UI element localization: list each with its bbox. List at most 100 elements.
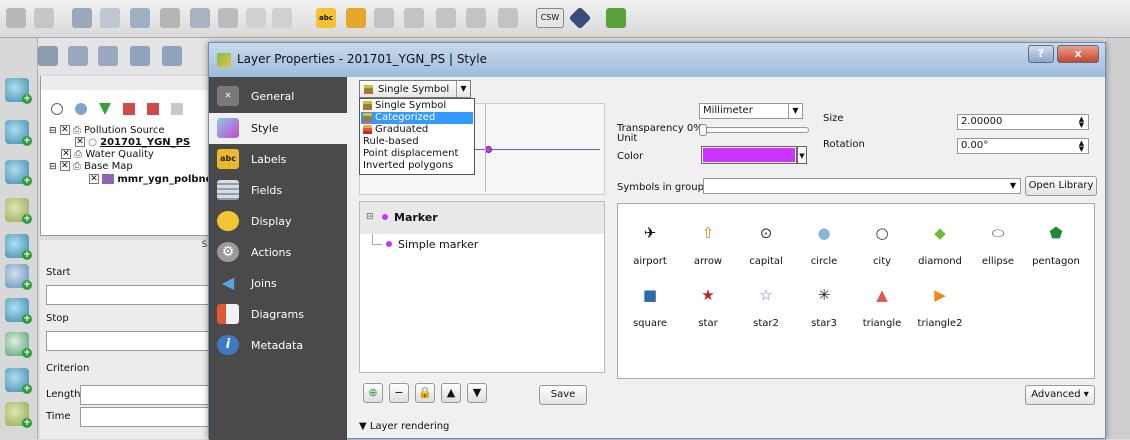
move-feature-icon[interactable] — [130, 8, 150, 28]
collapse-all-icon[interactable] — [147, 103, 159, 115]
nav-item-fields[interactable]: Fields — [209, 175, 347, 206]
size-spinner-icon[interactable]: ▲ ▼ — [1076, 116, 1087, 129]
open-library-button[interactable]: Open Library — [1025, 176, 1097, 196]
nav-item-actions[interactable]: ⚙ Actions — [209, 237, 347, 268]
symbol-capital[interactable]: ⊙ capital — [738, 220, 794, 280]
label-icon[interactable]: abc — [316, 8, 336, 28]
checkbox-icon[interactable]: ✕ — [61, 149, 71, 159]
add-wcs-icon[interactable]: + — [5, 160, 32, 186]
add-postgis-icon[interactable] — [68, 46, 88, 66]
symbol-circle[interactable]: ● circle — [796, 220, 852, 280]
nav-item-general[interactable]: ✕ General — [209, 81, 347, 112]
add-wms-icon[interactable]: + — [5, 120, 32, 146]
new-spatialite-icon[interactable]: + — [5, 298, 32, 324]
renderer-option-single-symbol[interactable]: Single Symbol — [361, 100, 473, 112]
checkbox-icon[interactable]: ✕ — [59, 161, 70, 171]
rotation-spinner-icon[interactable]: ▲ ▼ — [1076, 140, 1087, 153]
nav-item-display[interactable]: Display — [209, 206, 347, 237]
checkbox-icon[interactable]: ✕ — [59, 125, 70, 135]
renderer-option-rule-based[interactable]: Rule-based — [361, 136, 473, 148]
symbol-airport[interactable]: ✈ airport — [622, 220, 678, 280]
tree-group-water-quality[interactable]: ✕ ⎙ Water Quality — [61, 149, 154, 160]
new-temporary-layer-icon[interactable]: + — [5, 368, 32, 394]
symbol-tree-root-row[interactable]: ⊟ Marker — [360, 202, 604, 234]
symbol-star3[interactable]: ✳ star3 — [796, 282, 852, 342]
renderer-select[interactable]: Single Symbol ▼ — [359, 80, 471, 98]
remove-symbol-layer-button[interactable]: − — [389, 383, 409, 403]
label-change-icon[interactable] — [466, 8, 486, 28]
checkbox-icon[interactable]: ✕ — [89, 174, 99, 184]
color-button[interactable] — [701, 146, 797, 164]
symbol-group-select[interactable]: ▼ — [703, 178, 1021, 194]
transparency-slider-handle[interactable] — [699, 124, 707, 136]
symbol-diamond[interactable]: ◆ diamond — [912, 220, 968, 280]
paste-icon[interactable] — [272, 8, 292, 28]
nav-item-joins[interactable]: ◀ Joins — [209, 268, 347, 299]
pencil-icon[interactable] — [6, 8, 26, 28]
label-move-icon[interactable] — [404, 8, 424, 28]
symbol-triangle[interactable]: ▲ triangle — [854, 282, 910, 342]
chevron-down-icon[interactable]: ▼ — [456, 81, 470, 97]
symbol-ellipse[interactable]: ⬭ ellipse — [970, 220, 1026, 280]
help-button[interactable]: ? — [1027, 45, 1054, 63]
close-button[interactable]: x — [1057, 45, 1099, 63]
open-layer-styling-icon[interactable] — [51, 103, 63, 115]
symbol-square[interactable]: ■ square — [622, 282, 678, 342]
symbol-arrow[interactable]: ⇧ arrow — [680, 220, 736, 280]
label-show-icon[interactable] — [374, 8, 394, 28]
add-symbol-layer-button[interactable]: ⊕ — [363, 383, 383, 403]
add-virtual-layer-icon[interactable]: + — [5, 234, 32, 260]
label-pin-icon[interactable] — [346, 8, 366, 28]
csw-button[interactable]: CSW — [536, 8, 564, 28]
edit-icon[interactable] — [34, 8, 54, 28]
plugin-icon[interactable] — [568, 6, 592, 30]
tree-layer-mmr-ygn-polbnda[interactable]: ✕ mmr_ygn_polbnda — [89, 174, 220, 185]
tree-group-pollution-source[interactable]: ⊟ ✕ ⎙ Pollution Source — [49, 125, 164, 136]
dem-icon[interactable] — [606, 8, 626, 28]
new-gpx-icon[interactable]: + — [5, 332, 32, 358]
collapse-icon[interactable]: ⊟ — [366, 212, 374, 222]
size-input[interactable]: 2.00000 ▲ ▼ — [957, 114, 1089, 130]
chevron-down-icon[interactable]: ▼ — [1006, 179, 1020, 193]
lock-layer-button[interactable]: 🔒 — [415, 383, 435, 403]
layer-rendering-section[interactable]: ▼ Layer rendering — [359, 421, 449, 432]
symbol-star[interactable]: ★ star — [680, 282, 736, 342]
delete-selected-icon[interactable] — [190, 8, 210, 28]
add-mssql-icon[interactable] — [130, 46, 150, 66]
chevron-down-icon[interactable]: ▼ — [788, 104, 802, 118]
add-feature-icon[interactable] — [100, 8, 120, 28]
symbol-city[interactable]: ○ city — [854, 220, 910, 280]
add-oracle-icon[interactable] — [162, 46, 182, 66]
symbol-tree-child-row[interactable]: Simple marker — [372, 234, 572, 254]
renderer-option-categorized[interactable]: Categorized — [361, 112, 473, 124]
dialog-titlebar[interactable]: Layer Properties - 201701_YGN_PS | Style… — [209, 43, 1105, 77]
node-tool-icon[interactable] — [160, 8, 180, 28]
symbol-pentagon[interactable]: ⬟ pentagon — [1028, 220, 1084, 280]
add-delimited-text-icon[interactable]: + — [5, 78, 32, 104]
checkbox-icon[interactable]: ✕ — [75, 137, 85, 147]
label-highlight-icon[interactable] — [498, 8, 518, 28]
label-rotate-icon[interactable] — [436, 8, 456, 28]
symbol-star2[interactable]: ☆ star2 — [738, 282, 794, 342]
color-dropdown-icon[interactable]: ▼ — [797, 146, 807, 164]
add-raster-icon[interactable] — [38, 46, 58, 66]
new-shapefile-icon[interactable]: + — [5, 264, 32, 290]
save-edits-icon[interactable] — [72, 8, 92, 28]
symbol-triangle2[interactable]: ▶ triangle2 — [912, 282, 968, 342]
tree-group-base-map[interactable]: ⊟ ✕ ⎙ Base Map — [49, 161, 133, 172]
tree-layer-201701-ygn-ps[interactable]: ✕ ○ 201701_YGN_PS — [75, 137, 190, 148]
transparency-slider[interactable] — [699, 127, 809, 133]
move-down-button[interactable]: ▼ — [467, 383, 487, 403]
add-wfs-icon[interactable]: + — [5, 198, 32, 224]
save-symbol-button[interactable]: Save — [539, 385, 587, 405]
nav-item-labels[interactable]: abc Labels — [209, 144, 347, 175]
cut-icon[interactable] — [218, 8, 238, 28]
unit-select[interactable]: Millimeter ▼ — [699, 103, 803, 119]
rotation-input[interactable]: 0.00° ▲ ▼ — [957, 138, 1089, 154]
eye-icon[interactable] — [75, 103, 87, 115]
move-up-button[interactable]: ▲ — [441, 383, 461, 403]
nav-item-metadata[interactable]: i Metadata — [209, 330, 347, 361]
add-spatialite-icon[interactable] — [98, 46, 118, 66]
renderer-option-graduated[interactable]: Graduated — [361, 124, 473, 136]
remove-layer-icon[interactable] — [171, 103, 183, 115]
